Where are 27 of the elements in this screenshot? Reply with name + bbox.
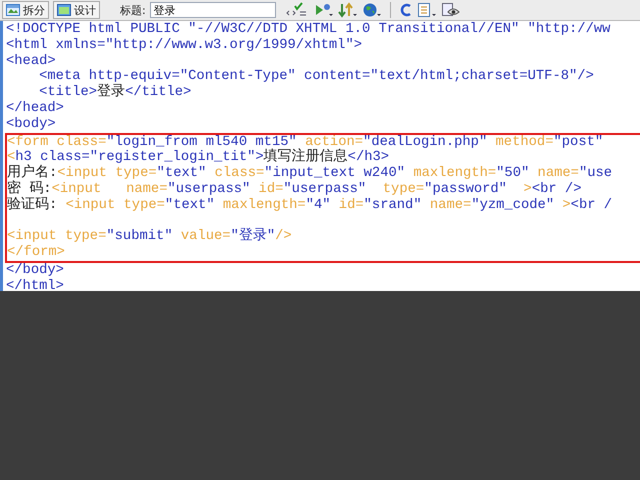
globe-icon[interactable] [362, 2, 382, 18]
code-line: </body> [5, 262, 65, 279]
code-line: </head> [5, 100, 65, 117]
refresh-icon[interactable] [398, 2, 413, 18]
code-line: <meta http-equiv="Content-Type" content="text/html;charset=UTF-8"/> [38, 69, 595, 84]
code-line: <head> [5, 54, 57, 70]
code-line: 用户名:<input type="text" class="input_text w240" maxlength="50" name="use [7, 166, 614, 182]
document-icon[interactable] [416, 2, 437, 18]
title-label: 标题: [120, 2, 146, 18]
code-line: <title>登录</title> [38, 85, 192, 101]
code-line: <html xmlns="http://www.w3.org/1999/xhtml"> [5, 38, 364, 54]
window-icon [57, 4, 71, 16]
code-line: 验证码: <input type="text" maxlength="4" id="srand" name="yzm_code" ><br / [7, 198, 614, 214]
code-line: <body> [5, 116, 57, 133]
view-button[interactable]: 设计 [53, 1, 100, 19]
title-field[interactable]: 登录 [150, 2, 276, 18]
view-button[interactable]: 拆分 [2, 1, 49, 19]
code-line: </form> [7, 245, 66, 261]
sort-icon[interactable] [338, 2, 358, 18]
code-line: </html> [5, 278, 65, 291]
code-line: <input type="submit" value="登录"/> [7, 229, 293, 245]
code-line: <h3 class="register_login_tit">填写注册信息</h3> [7, 150, 390, 166]
preview-icon[interactable] [314, 2, 334, 18]
code-line: <!DOCTYPE html PUBLIC "-//W3C//DTD XHTML 1.0 Transitional//EN" "http://ww [5, 22, 612, 38]
code-editor[interactable] [0, 21, 640, 291]
code-line: 密 码:<input name="userpass" id="userpass" type="password" ><br /> [7, 182, 582, 197]
picture-icon [6, 4, 20, 16]
